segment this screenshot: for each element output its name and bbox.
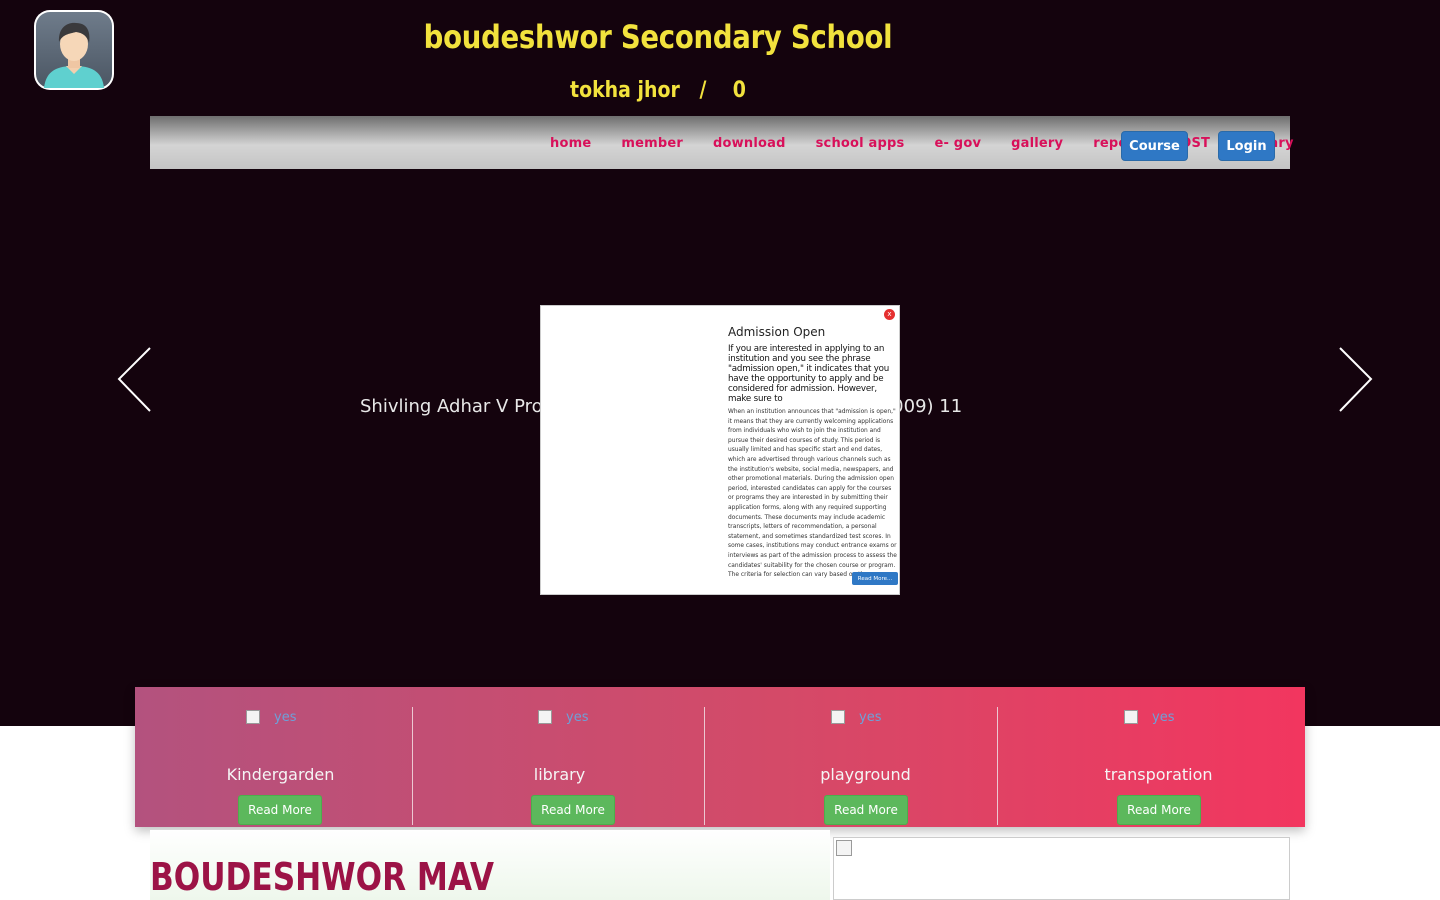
- broken-image-icon: [538, 710, 552, 724]
- feature-image: yes: [246, 708, 296, 726]
- feature-playground: yes playground Read More: [705, 687, 997, 827]
- modal-read-more-button[interactable]: Read More...: [852, 572, 898, 585]
- nav-item-school-apps[interactable]: school apps: [816, 136, 905, 151]
- image-alt-text: yes: [1152, 709, 1175, 725]
- login-button[interactable]: Login: [1218, 131, 1275, 161]
- broken-image-icon: [1124, 710, 1138, 724]
- modal-body: When an institution announces that "admi…: [728, 409, 897, 579]
- side-image: [833, 837, 1290, 900]
- main-navbar: home member download school apps e- gov …: [150, 116, 1293, 169]
- course-button[interactable]: Course: [1121, 131, 1188, 161]
- read-more-button[interactable]: Read More: [1117, 795, 1201, 825]
- feature-image: yes: [831, 708, 881, 726]
- features-panel: yes Kindergarden Read More yes library R…: [135, 687, 1305, 827]
- user-avatar-icon: [36, 12, 112, 88]
- feature-image: yes: [538, 708, 588, 726]
- school-logo[interactable]: [34, 10, 114, 90]
- nav-item-member[interactable]: member: [621, 136, 683, 151]
- feature-transporation: yes transporation Read More: [998, 687, 1305, 827]
- feature-title: transporation: [1104, 765, 1213, 784]
- feature-kindergarden: yes Kindergarden Read More: [135, 687, 412, 827]
- feature-title: Kindergarden: [226, 765, 335, 784]
- nav-links: home member download school apps e- gov …: [550, 136, 1324, 151]
- modal-intro: If you are interested in applying to an …: [728, 344, 890, 404]
- chevron-right-icon[interactable]: [1336, 345, 1376, 415]
- about-section: BOUDESHWOR MAV: [150, 830, 830, 900]
- feature-image: yes: [1124, 708, 1174, 726]
- nav-item-e-gov[interactable]: e- gov: [934, 136, 981, 151]
- school-title: boudeshwor Secondary School: [423, 18, 893, 56]
- chevron-left-icon[interactable]: [114, 345, 154, 415]
- nav-item-home[interactable]: home: [550, 136, 591, 151]
- broken-image-icon: [836, 840, 852, 856]
- feature-library: yes library Read More: [413, 687, 705, 827]
- image-alt-text: yes: [274, 709, 297, 725]
- close-icon[interactable]: x: [884, 309, 895, 320]
- modal-title: Admission Open: [728, 325, 826, 339]
- read-more-button[interactable]: Read More: [824, 795, 908, 825]
- read-more-button[interactable]: Read More: [531, 795, 615, 825]
- image-alt-text: yes: [859, 709, 882, 725]
- broken-image-icon: [831, 710, 845, 724]
- feature-title: playground: [820, 765, 911, 784]
- feature-title: library: [533, 765, 586, 784]
- school-address: tokha jhor / 0: [570, 78, 746, 103]
- nav-item-download[interactable]: download: [713, 136, 786, 151]
- image-alt-text: yes: [566, 709, 589, 725]
- admission-modal: x Admission Open If you are interested i…: [540, 305, 900, 595]
- read-more-button[interactable]: Read More: [238, 795, 322, 825]
- about-heading: BOUDESHWOR MAV: [150, 855, 495, 899]
- nav-item-gallery[interactable]: gallery: [1011, 136, 1063, 151]
- hero-section: boudeshwor Secondary School tokha jhor /…: [0, 0, 1440, 726]
- broken-image-icon: [246, 710, 260, 724]
